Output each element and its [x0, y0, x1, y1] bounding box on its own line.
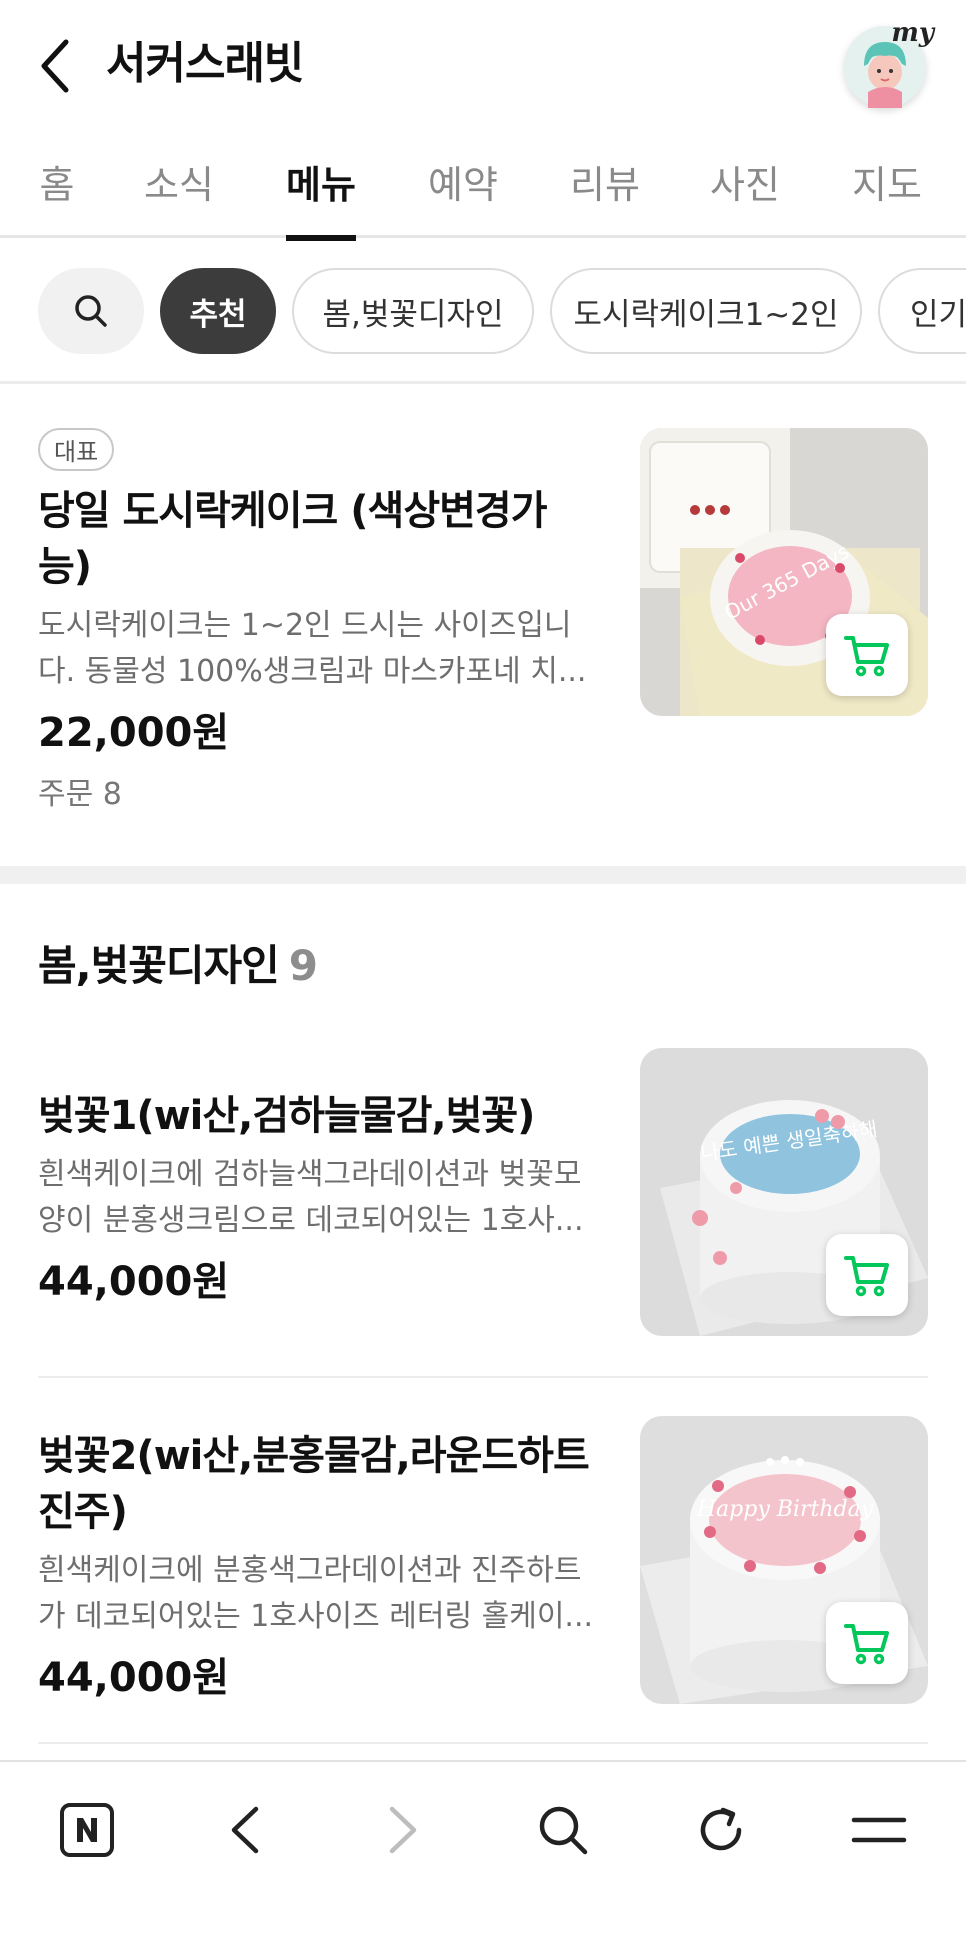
representative-badge: 대표	[38, 428, 115, 471]
forward-icon	[389, 1806, 417, 1854]
item-divider	[38, 1742, 928, 1744]
chevron-left-icon	[41, 39, 69, 93]
tab-photo[interactable]: 사진	[710, 154, 780, 238]
browser-forward-button[interactable]	[358, 1790, 448, 1870]
tab-menu[interactable]: 메뉴	[286, 154, 356, 241]
menu-item-name: 벚꽃1(wi산,검하늘물감,벚꽃)	[38, 1093, 535, 1139]
menu-search-button[interactable]	[38, 268, 144, 354]
search-icon	[75, 295, 107, 327]
tab-review[interactable]: 리뷰	[570, 154, 640, 238]
add-to-cart-button[interactable]	[826, 1234, 908, 1316]
menu-item-info: 대표 당일 도시락케이크 (색상변경가능) 도시락케이크는 1~2인 드시는 사…	[38, 428, 598, 813]
tab-home[interactable]: 홈	[38, 154, 76, 238]
menu-item-desc: 흰색케이크에 검하늘색그라데이션과 벚꽃모양이 분홍생크림으로 데코되어있는 1…	[38, 1157, 584, 1238]
menu-item-name: 당일 도시락케이크 (색상변경가능)	[38, 488, 548, 590]
back-button[interactable]	[30, 36, 80, 96]
menu-item-desc: 흰색케이크에 분홍색그라데이션과 진주하트가 데코되어있는 1호사이즈 레터링 …	[38, 1553, 594, 1634]
order-count: 주문 8	[38, 777, 122, 812]
tab-bar: 홈 소식 메뉴 예약 리뷰 사진 지도	[0, 140, 966, 241]
menu-item[interactable]: 벚꽃1(wi산,검하늘물감,벚꽃) 흰색케이크에 검하늘색그라데이션과 벚꽃모양…	[0, 1048, 966, 1348]
category-chip-bar: 추천 봄,벚꽃디자인 도시락케이크1~2인 인기	[0, 238, 966, 384]
menu-item-price: 44,000원	[38, 1259, 230, 1305]
browser-search-button[interactable]	[518, 1790, 608, 1870]
my-label: my	[891, 18, 934, 48]
menu-item-price: 44,000원	[38, 1655, 230, 1701]
menu-item[interactable]: 벚꽃2(wi산,분홍물감,라운드하트진주) 흰색케이크에 분홍색그라데이션과 진…	[0, 1416, 966, 1716]
menu-item-price: 22,000원	[38, 710, 230, 756]
back-icon	[231, 1806, 259, 1854]
cart-icon	[844, 1256, 889, 1297]
menu-item-photo[interactable]: 나도 예쁜 생일축하해	[640, 1048, 928, 1336]
menu-item-photo[interactable]: Our 365 Days	[640, 428, 928, 716]
chip-popular[interactable]: 인기	[878, 268, 966, 354]
add-to-cart-button[interactable]	[826, 614, 908, 696]
tab-map[interactable]: 지도	[852, 154, 922, 238]
add-to-cart-button[interactable]	[826, 1602, 908, 1684]
tab-reservation[interactable]: 예약	[428, 154, 498, 238]
cart-icon	[844, 1624, 889, 1665]
menu-icon	[851, 1817, 907, 1843]
refresh-icon	[700, 1807, 742, 1851]
item-divider	[38, 1376, 928, 1378]
chip-lunchbox-cake[interactable]: 도시락케이크1~2인	[550, 268, 862, 354]
naver-n-icon	[60, 1803, 114, 1857]
chip-spring-cherry[interactable]: 봄,벚꽃디자인	[292, 268, 534, 354]
menu-item-desc: 도시락케이크는 1~2인 드시는 사이즈입니다. 동물성 100%생크림과 마스…	[38, 608, 587, 689]
section-heading: 봄,벚꽃디자인 9	[38, 932, 318, 993]
section-separator	[0, 866, 966, 884]
menu-item-featured[interactable]: 대표 당일 도시락케이크 (색상변경가능) 도시락케이크는 1~2인 드시는 사…	[0, 428, 966, 828]
naver-home-button[interactable]	[42, 1790, 132, 1870]
cake-lettering: Happy Birthday	[696, 1497, 874, 1522]
section-count: 9	[288, 941, 318, 990]
tab-news[interactable]: 소식	[144, 154, 214, 238]
browser-back-button[interactable]	[200, 1790, 290, 1870]
chip-recommended[interactable]: 추천	[160, 268, 276, 354]
browser-menu-button[interactable]	[834, 1790, 924, 1870]
page-title: 서커스래빗	[106, 38, 304, 89]
app-header: 서커스래빗 my	[0, 0, 966, 130]
section-title-text: 봄,벚꽃디자인	[38, 941, 280, 990]
menu-item-info: 벚꽃2(wi산,분홍물감,라운드하트진주) 흰색케이크에 분홍색그라데이션과 진…	[38, 1428, 598, 1706]
cart-icon	[844, 636, 889, 677]
menu-item-name: 벚꽃2(wi산,분홍물감,라운드하트진주)	[38, 1433, 590, 1535]
search-icon	[539, 1806, 588, 1855]
browser-toolbar	[0, 1760, 966, 1958]
browser-refresh-button[interactable]	[676, 1790, 766, 1870]
menu-item-photo[interactable]: Happy Birthday	[640, 1416, 928, 1704]
menu-item-info: 벚꽃1(wi산,검하늘물감,벚꽃) 흰색케이크에 검하늘색그라데이션과 벚꽃모양…	[38, 1088, 598, 1310]
my-avatar-button[interactable]: my	[844, 18, 934, 108]
